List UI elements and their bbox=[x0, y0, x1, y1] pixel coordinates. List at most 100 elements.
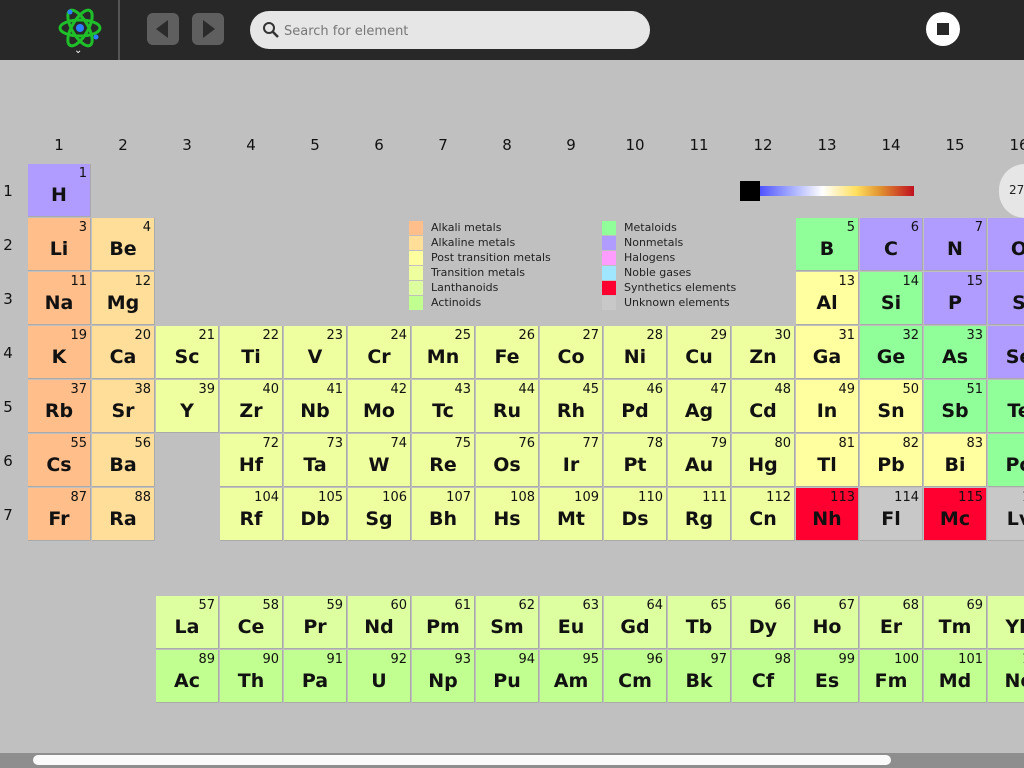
element-cell[interactable]: 92 U bbox=[348, 650, 411, 703]
app-menu-button[interactable]: ⌄ bbox=[56, 6, 104, 60]
element-cell[interactable]: 45 Rh bbox=[540, 380, 603, 433]
element-cell[interactable]: 3 Li bbox=[28, 218, 91, 271]
element-cell[interactable]: 88 Ra bbox=[92, 488, 155, 541]
forward-button[interactable] bbox=[192, 13, 224, 45]
element-cell[interactable]: 113 Nh bbox=[796, 488, 859, 541]
element-cell[interactable]: 93 Np bbox=[412, 650, 475, 703]
element-cell[interactable]: 114 Fl bbox=[860, 488, 923, 541]
element-cell[interactable]: 40 Zr bbox=[220, 380, 283, 433]
element-cell[interactable]: 80 Hg bbox=[732, 434, 795, 487]
element-cell[interactable]: 67 Ho bbox=[796, 596, 859, 649]
element-cell[interactable]: 106 Sg bbox=[348, 488, 411, 541]
element-cell[interactable]: 61 Pm bbox=[412, 596, 475, 649]
element-cell[interactable]: 27 Co bbox=[540, 326, 603, 379]
element-cell[interactable]: 1H bbox=[28, 164, 91, 217]
element-cell[interactable]: 81 Tl bbox=[796, 434, 859, 487]
element-cell[interactable]: 76 Os bbox=[476, 434, 539, 487]
stop-button[interactable] bbox=[926, 12, 960, 46]
element-cell[interactable]: 31 Ga bbox=[796, 326, 859, 379]
element-cell[interactable]: 25 Mn bbox=[412, 326, 475, 379]
element-cell[interactable]: 69 Tm bbox=[924, 596, 987, 649]
element-cell[interactable]: 109 Mt bbox=[540, 488, 603, 541]
element-cell[interactable]: 102No bbox=[988, 650, 1024, 703]
element-cell[interactable]: 12 Mg bbox=[92, 272, 155, 325]
element-cell[interactable]: 28 Ni bbox=[604, 326, 667, 379]
element-cell[interactable]: 107 Bh bbox=[412, 488, 475, 541]
element-cell[interactable]: 55 Cs bbox=[28, 434, 91, 487]
element-cell[interactable]: 5B bbox=[796, 218, 859, 271]
element-cell[interactable]: 108 Hs bbox=[476, 488, 539, 541]
element-cell[interactable]: 77 Ir bbox=[540, 434, 603, 487]
element-cell[interactable]: 116Lv bbox=[988, 488, 1024, 541]
element-cell[interactable]: 47 Ag bbox=[668, 380, 731, 433]
element-cell[interactable]: 83 Bi bbox=[924, 434, 987, 487]
element-cell[interactable]: 13 Al bbox=[796, 272, 859, 325]
element-cell[interactable]: 44 Ru bbox=[476, 380, 539, 433]
element-cell[interactable]: 21 Sc bbox=[156, 326, 219, 379]
element-cell[interactable]: 8O bbox=[988, 218, 1024, 271]
element-cell[interactable]: 89 Ac bbox=[156, 650, 219, 703]
element-cell[interactable]: 57 La bbox=[156, 596, 219, 649]
element-cell[interactable]: 98 Cf bbox=[732, 650, 795, 703]
element-cell[interactable]: 101 Md bbox=[924, 650, 987, 703]
element-cell[interactable]: 14 Si bbox=[860, 272, 923, 325]
element-cell[interactable]: 66 Dy bbox=[732, 596, 795, 649]
element-cell[interactable]: 4 Be bbox=[92, 218, 155, 271]
element-cell[interactable]: 64 Gd bbox=[604, 596, 667, 649]
temperature-slider-track[interactable] bbox=[748, 186, 914, 196]
horizontal-scrollbar[interactable] bbox=[0, 753, 1024, 768]
element-cell[interactable]: 6C bbox=[860, 218, 923, 271]
element-cell[interactable]: 62 Sm bbox=[476, 596, 539, 649]
element-cell[interactable]: 87 Fr bbox=[28, 488, 91, 541]
element-cell[interactable]: 46 Pd bbox=[604, 380, 667, 433]
element-cell[interactable]: 32 Ge bbox=[860, 326, 923, 379]
element-cell[interactable]: 79 Au bbox=[668, 434, 731, 487]
element-cell[interactable]: 95 Am bbox=[540, 650, 603, 703]
element-cell[interactable]: 41 Nb bbox=[284, 380, 347, 433]
element-cell[interactable]: 74 W bbox=[348, 434, 411, 487]
element-cell[interactable]: 43 Tc bbox=[412, 380, 475, 433]
element-cell[interactable]: 33 As bbox=[924, 326, 987, 379]
element-cell[interactable]: 26 Fe bbox=[476, 326, 539, 379]
element-cell[interactable]: 60 Nd bbox=[348, 596, 411, 649]
element-cell[interactable]: 16S bbox=[988, 272, 1024, 325]
element-cell[interactable]: 78 Pt bbox=[604, 434, 667, 487]
element-cell[interactable]: 42 Mo bbox=[348, 380, 411, 433]
element-cell[interactable]: 100 Fm bbox=[860, 650, 923, 703]
element-cell[interactable]: 51 Sb bbox=[924, 380, 987, 433]
element-cell[interactable]: 22 Ti bbox=[220, 326, 283, 379]
element-cell[interactable]: 75 Re bbox=[412, 434, 475, 487]
horizontal-scrollbar-thumb[interactable] bbox=[33, 755, 891, 765]
element-cell[interactable]: 94 Pu bbox=[476, 650, 539, 703]
element-cell[interactable]: 20 Ca bbox=[92, 326, 155, 379]
element-cell[interactable]: 111 Rg bbox=[668, 488, 731, 541]
element-cell[interactable]: 84Po bbox=[988, 434, 1024, 487]
element-cell[interactable]: 82 Pb bbox=[860, 434, 923, 487]
element-cell[interactable]: 72 Hf bbox=[220, 434, 283, 487]
element-cell[interactable]: 11 Na bbox=[28, 272, 91, 325]
temperature-slider-thumb[interactable] bbox=[740, 181, 760, 201]
element-cell[interactable]: 34Se bbox=[988, 326, 1024, 379]
element-cell[interactable]: 68 Er bbox=[860, 596, 923, 649]
element-cell[interactable]: 59 Pr bbox=[284, 596, 347, 649]
element-cell[interactable]: 96 Cm bbox=[604, 650, 667, 703]
element-cell[interactable]: 73 Ta bbox=[284, 434, 347, 487]
element-cell[interactable]: 63 Eu bbox=[540, 596, 603, 649]
element-cell[interactable]: 39 Y bbox=[156, 380, 219, 433]
element-cell[interactable]: 104 Rf bbox=[220, 488, 283, 541]
search-input[interactable] bbox=[282, 17, 636, 45]
element-cell[interactable]: 38 Sr bbox=[92, 380, 155, 433]
element-cell[interactable]: 24 Cr bbox=[348, 326, 411, 379]
element-cell[interactable]: 15 P bbox=[924, 272, 987, 325]
element-cell[interactable]: 99 Es bbox=[796, 650, 859, 703]
element-cell[interactable]: 110 Ds bbox=[604, 488, 667, 541]
element-cell[interactable]: 49 In bbox=[796, 380, 859, 433]
element-cell[interactable]: 58 Ce bbox=[220, 596, 283, 649]
element-cell[interactable]: 97 Bk bbox=[668, 650, 731, 703]
element-cell[interactable]: 48 Cd bbox=[732, 380, 795, 433]
element-cell[interactable]: 70Yb bbox=[988, 596, 1024, 649]
element-cell[interactable]: 105 Db bbox=[284, 488, 347, 541]
element-cell[interactable]: 115 Mc bbox=[924, 488, 987, 541]
back-button[interactable] bbox=[147, 13, 179, 45]
element-cell[interactable]: 56 Ba bbox=[92, 434, 155, 487]
